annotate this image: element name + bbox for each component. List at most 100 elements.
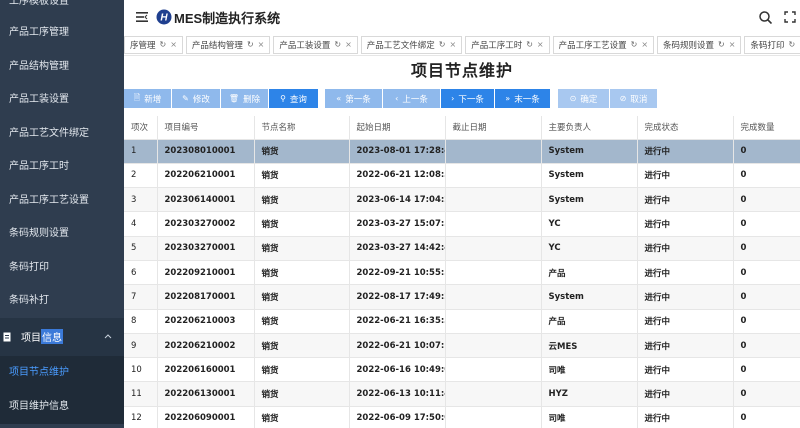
confirm-button-label: 确定 [580,94,598,105]
table-cell [445,333,542,359]
close-icon[interactable]: × [258,40,265,49]
table-cell: 销货 [254,284,350,310]
column-header[interactable]: 项目编号 [157,116,255,140]
menu-toggle-icon[interactable] [136,12,148,22]
refresh-icon[interactable]: ↻ [160,40,167,49]
table-row[interactable]: 5202303270001销货2023-03-27 14:42:45 YC进行中0 [124,236,800,261]
table-cell: 销货 [254,211,350,237]
sidebar-item-product-structure[interactable]: 产品结构管理 [0,50,124,84]
table-cell: 11 [124,381,158,407]
close-icon[interactable]: × [345,40,352,49]
tab-item[interactable]: 条码规则设置 ↻ × [657,35,742,54]
table-row[interactable]: 11202206130001销货2022-06-13 10:11:49 HYZ进行… [124,381,800,407]
next-record-button[interactable]: › 下一条 [441,89,494,108]
cancel-button[interactable]: ⊘ 取消 [610,89,657,108]
prev-button-label: 上一条 [402,94,428,105]
prev-record-button[interactable]: ‹ 上一条 [383,89,440,108]
table-cell [445,139,542,164]
sidebar-subitem-project-node[interactable]: 项目节点维护 [0,355,124,390]
column-header[interactable]: 完成数量 [733,116,800,140]
sidebar-group-label: 项目 [21,333,41,344]
refresh-icon[interactable]: ↻ [439,40,446,49]
tab-item[interactable]: 产品工序工艺设置 ↻ × [552,35,655,54]
tab-item[interactable]: 序管理 ↻ × [124,35,183,54]
edit-button[interactable]: ✎ 修改 [172,89,220,108]
column-header[interactable]: 主要负责人 [541,116,638,140]
table-row[interactable]: 9202206210002销货2022-06-21 10:07:12 云MES进行… [124,333,800,359]
close-icon[interactable]: × [729,40,736,49]
table-cell: 0 [733,284,800,310]
column-header[interactable]: 完成状态 [637,116,734,140]
table-cell: 202303270001 [157,236,255,261]
column-header[interactable]: 起始日期 [349,116,446,140]
table-row[interactable]: 1202308010001销货2023-08-01 17:28:40 System… [124,139,800,164]
tab-item[interactable]: 产品工序工时 ↻ × [465,35,550,54]
tab-item[interactable]: 产品工装设置 ↻ × [273,35,358,54]
table-row[interactable]: 3202306140001销货2023-06-14 17:04:25 System… [124,187,800,213]
search-icon: ⚲ [280,94,286,103]
first-record-button[interactable]: «第一条 [325,89,382,108]
table-row[interactable]: 12202206090001销货2022-06-09 17:50:02 司唯进行中… [124,406,800,428]
sidebar-item-product-process[interactable]: 产品工序管理 [0,16,124,50]
refresh-icon[interactable]: ↻ [631,40,638,49]
last-record-button[interactable]: » 末一条 [495,89,550,108]
add-file-icon: 🗎 [133,92,141,102]
table-row[interactable]: 6202209210001销货2022-09-21 10:55:51 产品进行中0 [124,260,800,286]
refresh-icon[interactable]: ↻ [718,40,725,49]
delete-button[interactable]: 🗑 删除 [221,89,268,108]
close-icon[interactable]: × [641,40,648,49]
svg-text:H: H [160,13,168,24]
sidebar-item-process-hours[interactable]: 产品工序工时 [0,150,124,184]
close-icon[interactable]: × [449,40,456,49]
sidebar-group-label-highlight: 信息 [41,329,63,344]
tab-item[interactable]: 条码打印↻× [744,35,800,54]
table-cell [445,406,542,428]
column-header[interactable]: 节点名称 [254,116,350,140]
refresh-icon[interactable]: ↻ [334,40,341,49]
sidebar-item-process-template[interactable]: 工序模板设置 [0,0,124,16]
table-row[interactable]: 2202206210001销货2022-06-21 12:08:34 System… [124,163,800,189]
tab-label: 产品工序工时 [471,40,523,51]
sidebar-item-barcode-reprint[interactable]: 条码补打 [0,284,124,318]
fullscreen-icon[interactable] [784,11,796,23]
sidebar-item-process-craft[interactable]: 产品工序工艺设置 [0,184,124,218]
table-cell [445,309,542,334]
tab-item[interactable]: 产品结构管理 ↻ × [185,35,271,54]
add-button-label: 新增 [144,94,162,105]
table-cell: 0 [733,357,800,383]
sidebar-item-barcode-print[interactable]: 条码打印 [0,251,124,285]
sidebar-item-barcode-rule[interactable]: 条码规则设置 [0,217,124,251]
table-cell: 销货 [254,309,350,334]
search-icon[interactable] [759,10,772,24]
sidebar-subitem-project-maintenance[interactable]: 项目维护信息 [0,389,124,424]
chevron-up-icon[interactable] [104,334,112,339]
table-row[interactable]: 10202206160001销货2022-06-16 10:49:06 司唯进行中… [124,357,800,383]
query-button[interactable]: ⚲ 查询 [269,89,318,108]
delete-button-label: 删除 [243,94,261,105]
table-row[interactable]: 7202208170001销货2022-08-17 17:49:25 System… [124,284,800,310]
table-cell: 进行中 [637,163,734,189]
table-cell: 进行中 [637,333,734,359]
refresh-icon[interactable]: ↻ [788,40,795,49]
refresh-icon[interactable]: ↻ [526,40,533,49]
table-cell: 产品 [541,260,638,286]
tab-item[interactable]: 产品工艺文件绑定 ↻ × [360,35,463,54]
table-row[interactable]: 4202303270002销货2023-03-27 15:07:55 YC进行中0 [124,211,800,237]
last-button-label: 末一条 [514,94,540,105]
confirm-button[interactable]: ⊙ 确定 [558,89,609,108]
sidebar-item-process-file-binding[interactable]: 产品工艺文件绑定 [0,117,124,151]
sidebar-item-product-fixture[interactable]: 产品工装设置 [0,83,124,117]
table-cell: 202206210002 [157,333,255,359]
refresh-icon[interactable]: ↻ [247,40,254,49]
trash-icon: 🗑 [228,94,240,103]
add-button[interactable]: 🗎 新增 [124,89,171,108]
column-header[interactable]: 截止日期 [445,116,542,140]
table-header-row: 项次 项目编号 节点名称 起始日期 截止日期 主要负责人 完成状态 完成数量 [124,116,800,140]
table-row[interactable]: 8202206210003销货2022-06-21 16:35:39 产品进行中0 [124,309,800,334]
column-header[interactable]: 项次 [124,116,158,140]
close-icon[interactable]: × [170,40,177,49]
table-cell: YC [541,236,638,261]
sidebar-group-project-info[interactable]: 项目 信息 [0,317,124,356]
close-icon[interactable]: × [537,40,544,49]
table-cell: 0 [733,163,800,189]
